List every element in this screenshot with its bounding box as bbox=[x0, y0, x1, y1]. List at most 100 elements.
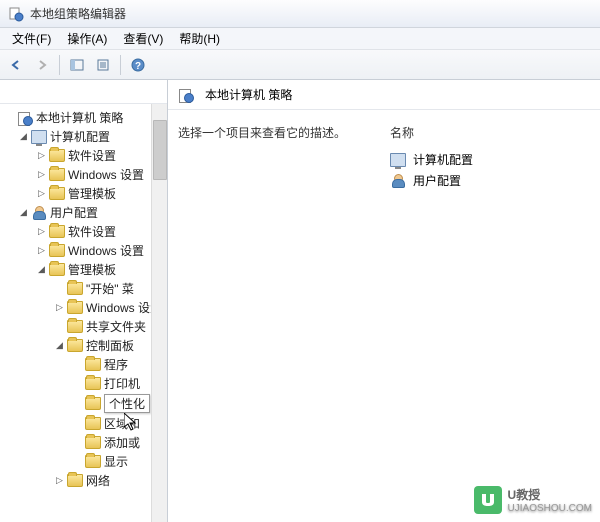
watermark-badge-icon bbox=[474, 486, 502, 514]
content-panel: 本地计算机 策略 选择一个项目来查看它的描述。 名称 计算机配置 用户配置 bbox=[168, 80, 600, 522]
folder-icon bbox=[49, 262, 65, 278]
tree-label: 网络 bbox=[86, 472, 110, 489]
tree-admin-templates[interactable]: ▷ 管理模板 bbox=[0, 184, 167, 203]
expand-icon[interactable]: ▷ bbox=[36, 169, 47, 180]
menu-file[interactable]: 文件(F) bbox=[4, 28, 59, 49]
folder-icon bbox=[85, 454, 101, 470]
expand-icon[interactable]: ▷ bbox=[54, 475, 65, 486]
item-label: 计算机配置 bbox=[413, 151, 473, 168]
tree-label: 个性化 bbox=[104, 394, 150, 413]
tree-user-config[interactable]: ◢ 用户配置 bbox=[0, 203, 167, 222]
tree-label: Windows 设置 bbox=[68, 242, 144, 259]
tree-label: 共享文件夹 bbox=[86, 318, 146, 335]
tree-display[interactable]: 显示 bbox=[0, 452, 167, 471]
menu-view[interactable]: 查看(V) bbox=[115, 28, 171, 49]
tree-content[interactable]: 本地计算机 策略 ◢ 计算机配置 ▷ 软件设置 ▷ Windows 设置 bbox=[0, 104, 167, 522]
toolbar-separator bbox=[59, 55, 60, 75]
folder-icon bbox=[67, 319, 83, 335]
tree-computer-config[interactable]: ◢ 计算机配置 bbox=[0, 127, 167, 146]
show-hide-tree-button[interactable] bbox=[65, 53, 89, 77]
list-item-computer-config[interactable]: 计算机配置 bbox=[390, 149, 590, 170]
tree-label: 管理模板 bbox=[68, 185, 116, 202]
list-item-user-config[interactable]: 用户配置 bbox=[390, 170, 590, 191]
watermark-url: UJIAOSHOU.COM bbox=[508, 503, 592, 514]
tree-root[interactable]: 本地计算机 策略 bbox=[0, 108, 167, 127]
user-icon bbox=[31, 205, 47, 221]
tree-windows-settings-user[interactable]: ▷ Windows 设置 bbox=[0, 241, 167, 260]
user-icon bbox=[390, 173, 406, 189]
folder-icon bbox=[49, 148, 65, 164]
toolbar: ? bbox=[0, 50, 600, 80]
svg-text:?: ? bbox=[135, 61, 141, 72]
expand-icon[interactable]: ▷ bbox=[36, 150, 47, 161]
tree-label: Windows 设置 bbox=[68, 166, 144, 183]
tree-label: 程序 bbox=[104, 356, 128, 373]
tree-label: 显示 bbox=[104, 453, 128, 470]
properties-button[interactable] bbox=[91, 53, 115, 77]
policy-icon bbox=[17, 110, 33, 126]
menu-action[interactable]: 操作(A) bbox=[59, 28, 115, 49]
tree-label: 控制面板 bbox=[86, 337, 134, 354]
collapse-icon[interactable]: ◢ bbox=[18, 131, 29, 142]
content-header: 本地计算机 策略 bbox=[168, 80, 600, 110]
folder-icon bbox=[49, 186, 65, 202]
folder-icon bbox=[85, 376, 101, 392]
folder-icon bbox=[67, 300, 83, 316]
tree-add-remove[interactable]: 添加或 bbox=[0, 433, 167, 452]
tree-header bbox=[0, 80, 167, 104]
expand-icon[interactable]: ▷ bbox=[36, 188, 47, 199]
computer-icon bbox=[31, 129, 47, 145]
menubar: 文件(F) 操作(A) 查看(V) 帮助(H) bbox=[0, 28, 600, 50]
collapse-icon[interactable]: ◢ bbox=[36, 264, 47, 275]
scrollbar-thumb[interactable] bbox=[153, 120, 167, 180]
tree-label: 软件设置 bbox=[68, 147, 116, 164]
policy-icon bbox=[178, 87, 194, 103]
folder-icon bbox=[85, 357, 101, 373]
tree-windows-settings[interactable]: ▷ Windows 设置 bbox=[0, 165, 167, 184]
app-icon bbox=[8, 6, 24, 22]
folder-icon bbox=[85, 416, 101, 432]
expand-icon[interactable]: ▷ bbox=[36, 226, 47, 237]
expand-icon[interactable]: ▷ bbox=[54, 302, 65, 313]
toolbar-separator bbox=[120, 55, 121, 75]
forward-button[interactable] bbox=[30, 53, 54, 77]
tree-printers[interactable]: 打印机 bbox=[0, 374, 167, 393]
tree-label: 软件设置 bbox=[68, 223, 116, 240]
description-text: 选择一个项目来查看它的描述。 bbox=[178, 124, 390, 141]
window-titlebar: 本地组策略编辑器 bbox=[0, 0, 600, 28]
menu-help[interactable]: 帮助(H) bbox=[171, 28, 228, 49]
tree-programs[interactable]: 程序 bbox=[0, 355, 167, 374]
tree-label: 本地计算机 策略 bbox=[36, 109, 123, 126]
description-column: 选择一个项目来查看它的描述。 bbox=[178, 124, 390, 508]
tree-panel: 本地计算机 策略 ◢ 计算机配置 ▷ 软件设置 ▷ Windows 设置 bbox=[0, 80, 168, 522]
tree-label: 区域和 bbox=[104, 415, 140, 432]
tree-admin-templates-user[interactable]: ◢ 管理模板 bbox=[0, 260, 167, 279]
folder-icon bbox=[49, 224, 65, 240]
tree-software-settings[interactable]: ▷ 软件设置 bbox=[0, 146, 167, 165]
tree-network[interactable]: ▷ 网络 bbox=[0, 471, 167, 490]
folder-icon bbox=[49, 167, 65, 183]
tree-start-menu[interactable]: "开始" 菜 bbox=[0, 279, 167, 298]
content-title: 本地计算机 策略 bbox=[205, 86, 292, 103]
tree-shared-folders[interactable]: 共享文件夹 bbox=[0, 317, 167, 336]
tree-label: 管理模板 bbox=[68, 261, 116, 278]
tree-personalization[interactable]: 个性化 bbox=[0, 393, 167, 414]
collapse-icon[interactable]: ◢ bbox=[18, 207, 29, 218]
tree-windows-components[interactable]: ▷ Windows 设置 bbox=[0, 298, 167, 317]
name-column: 名称 计算机配置 用户配置 bbox=[390, 124, 590, 508]
tree-region[interactable]: 区域和 bbox=[0, 414, 167, 433]
back-button[interactable] bbox=[4, 53, 28, 77]
tree-control-panel[interactable]: ◢ 控制面板 bbox=[0, 336, 167, 355]
expand-icon[interactable]: ▷ bbox=[36, 245, 47, 256]
content-body: 选择一个项目来查看它的描述。 名称 计算机配置 用户配置 bbox=[168, 110, 600, 522]
name-column-header: 名称 bbox=[390, 124, 590, 149]
tree-software-settings-user[interactable]: ▷ 软件设置 bbox=[0, 222, 167, 241]
folder-icon bbox=[67, 338, 83, 354]
folder-icon bbox=[67, 473, 83, 489]
help-button[interactable]: ? bbox=[126, 53, 150, 77]
collapse-icon[interactable]: ◢ bbox=[54, 340, 65, 351]
watermark-name: U教授 bbox=[508, 486, 592, 503]
folder-icon bbox=[49, 243, 65, 259]
tree-scrollbar[interactable] bbox=[151, 104, 167, 522]
folder-icon bbox=[85, 435, 101, 451]
